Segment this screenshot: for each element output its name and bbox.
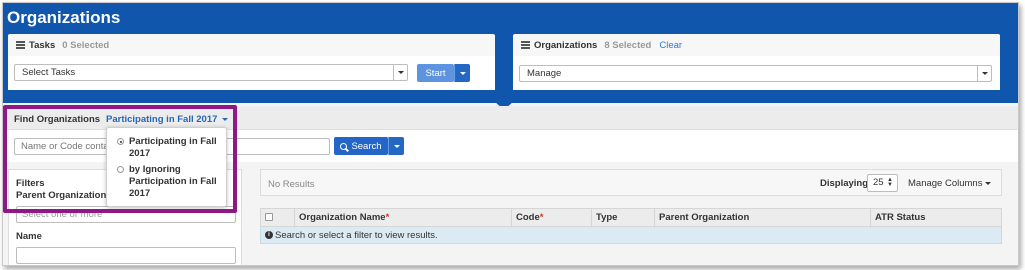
organizations-panel: Organizations 8 Selected Clear Manage	[513, 34, 1000, 90]
required-marker: *	[539, 212, 544, 223]
search-options-button[interactable]	[388, 137, 404, 155]
select-all-checkbox[interactable]	[265, 213, 273, 222]
column-header[interactable]: Code*	[511, 208, 592, 227]
organizations-selected-count: 8 Selected	[604, 39, 652, 51]
list-icon	[16, 41, 25, 49]
page-title: Organizations	[7, 8, 121, 27]
results-table: Organization Name* Code* Type Parent Org…	[260, 208, 1002, 244]
search-button-label: Search	[351, 140, 382, 152]
app-window: Organizations Tasks 0 Selected Select Ta…	[2, 2, 1019, 266]
manage-dropdown[interactable]: Manage	[519, 65, 992, 82]
results-toolbar: No Results Displaying 25 ▲ ▼ Manage Colum…	[260, 169, 1002, 196]
info-icon: i	[265, 230, 273, 239]
table-header-row: Organization Name* Code* Type Parent Org…	[260, 208, 1002, 227]
column-header[interactable]: Type	[591, 208, 655, 227]
required-marker: *	[385, 212, 390, 223]
start-button[interactable]: Start	[417, 64, 454, 82]
callout-highlight-box	[3, 105, 237, 213]
page-header: Organizations Tasks 0 Selected Select Ta…	[3, 3, 1018, 103]
column-header[interactable]: Parent Organization	[654, 208, 871, 227]
organizations-title: Organizations	[534, 39, 598, 51]
tasks-panel-header: Tasks 0 Selected	[8, 34, 495, 56]
name-filter-input[interactable]	[16, 247, 236, 264]
empty-message-cell: i Search or select a filter to view resul…	[260, 226, 1002, 244]
displaying-label: Displaying	[820, 178, 869, 189]
column-header[interactable]: Organization Name*	[294, 208, 512, 227]
start-button-label: Start	[425, 67, 446, 79]
name-filter-label: Name	[16, 231, 42, 242]
organizations-panel-header: Organizations 8 Selected Clear	[513, 34, 1000, 56]
tasks-panel-body: Select Tasks Start	[8, 56, 495, 90]
results-status: No Results	[268, 179, 315, 190]
tasks-panel: Tasks 0 Selected Select Tasks Start	[8, 34, 495, 90]
chevron-down-icon	[977, 66, 991, 81]
select-tasks-value: Select Tasks	[22, 67, 76, 78]
caret-down-icon	[393, 144, 400, 148]
clear-link[interactable]: Clear	[659, 40, 682, 51]
tasks-selected-count: 0 Selected	[62, 39, 110, 51]
caret-down-icon	[985, 182, 992, 185]
chevron-down-icon	[393, 65, 407, 80]
tasks-title: Tasks	[29, 39, 56, 51]
manage-columns-dropdown[interactable]: Manage Columns	[908, 178, 992, 189]
manage-value: Manage	[527, 68, 562, 79]
empty-message: Search or select a filter to view result…	[275, 229, 438, 241]
per-page-value: 25	[873, 177, 884, 188]
manage-columns-label: Manage Columns	[908, 178, 983, 189]
results-panel: No Results Displaying 25 ▲ ▼ Manage Colum…	[260, 169, 1002, 265]
organizations-panel-body: Manage	[513, 56, 1000, 90]
list-icon	[521, 41, 530, 49]
start-options-button[interactable]	[454, 64, 470, 82]
per-page-select[interactable]: 25 ▲ ▼	[867, 174, 898, 192]
select-all-cell	[260, 208, 295, 227]
column-header[interactable]: ATR Status	[870, 208, 1002, 227]
table-row: i Search or select a filter to view resul…	[260, 226, 1002, 244]
search-button[interactable]: Search	[334, 137, 388, 155]
select-tasks-dropdown[interactable]: Select Tasks	[14, 64, 408, 81]
caret-down-icon	[459, 71, 466, 75]
search-icon	[340, 142, 348, 150]
up-down-arrows-icon: ▲ ▼	[887, 177, 893, 188]
